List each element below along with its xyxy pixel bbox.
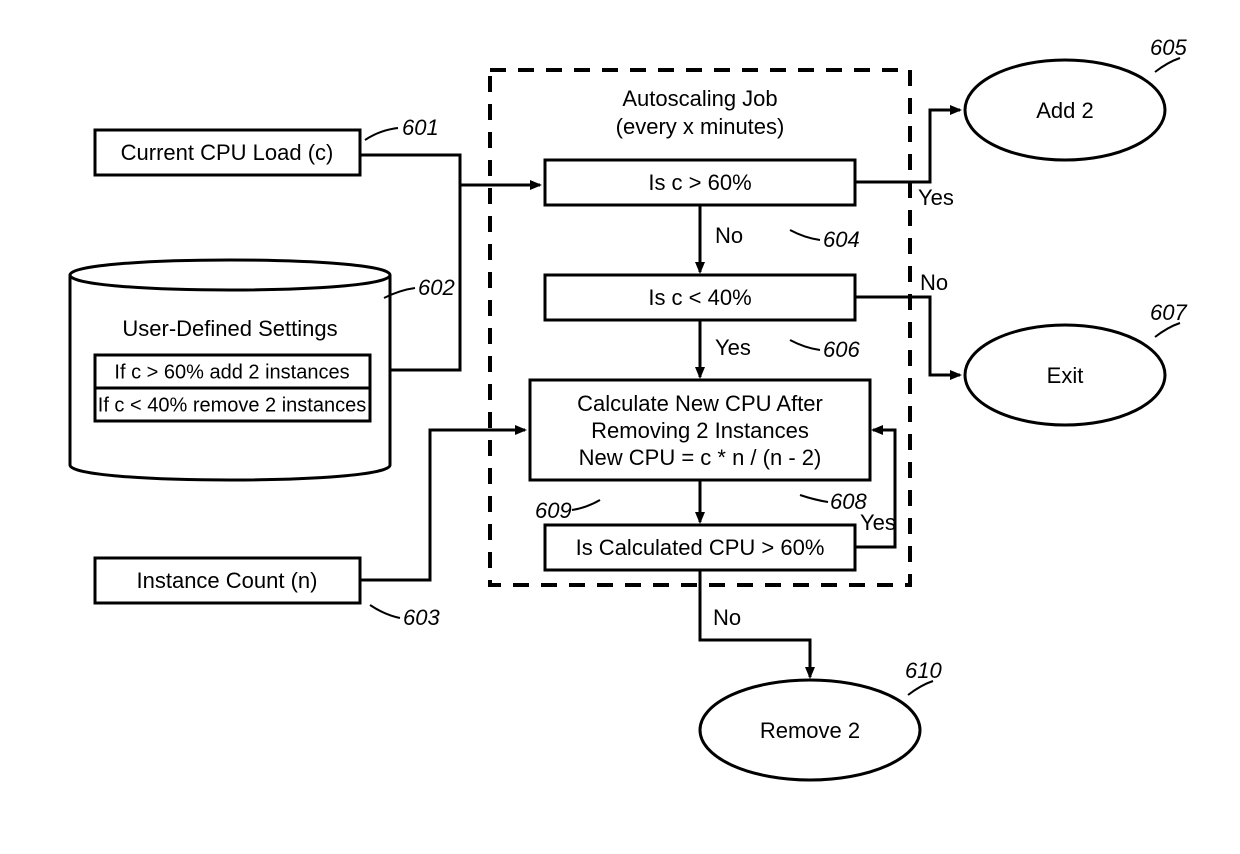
calc-line3: New CPU = c * n / (n - 2) (579, 445, 822, 470)
exit-label: Exit (1047, 363, 1084, 388)
cpu-load-label: Current CPU Load (c) (121, 140, 334, 165)
d3-yes-label: Yes (860, 510, 896, 535)
instance-count-label: Instance Count (n) (137, 568, 318, 593)
settings-title: User-Defined Settings (122, 316, 337, 341)
ref-605: 605 (1150, 35, 1187, 60)
decision-calc-gt-60: Is Calculated CPU > 60% (545, 525, 855, 570)
d1-no-label: No (715, 223, 743, 248)
outcome-add: Add 2 (965, 60, 1165, 160)
ref-606: 606 (823, 337, 860, 362)
ref-601: 601 (402, 115, 439, 140)
ref-610: 610 (905, 658, 942, 683)
outcome-exit: Exit (965, 325, 1165, 425)
decision-c-gt-60: Is c > 60% (545, 160, 855, 205)
ref-602: 602 (418, 275, 455, 300)
input-instance-count: Instance Count (n) (95, 558, 360, 603)
settings-rule1: If c > 60% add 2 instances (114, 361, 349, 383)
outcome-remove: Remove 2 (700, 680, 920, 780)
remove-label: Remove 2 (760, 718, 860, 743)
job-title-2: (every x minutes) (616, 114, 785, 139)
calc-new-cpu: Calculate New CPU After Removing 2 Insta… (530, 380, 870, 480)
input-user-settings: User-Defined Settings If c > 60% add 2 i… (70, 260, 390, 480)
calc-line2: Removing 2 Instances (591, 418, 809, 443)
ref-604: 604 (823, 227, 860, 252)
d3-no-label: No (713, 605, 741, 630)
d1-yes-label: Yes (918, 185, 954, 210)
arrow-d1-yes (855, 110, 960, 182)
ref-607: 607 (1150, 300, 1187, 325)
job-title-1: Autoscaling Job (622, 86, 777, 111)
decision3-label: Is Calculated CPU > 60% (576, 535, 825, 560)
arrow-d2-no (855, 297, 960, 375)
add-label: Add 2 (1036, 98, 1094, 123)
ref-603: 603 (403, 605, 440, 630)
arrow-cpu-to-d1 (360, 155, 540, 185)
decision-c-lt-40: Is c < 40% (545, 275, 855, 320)
settings-rule2: If c < 40% remove 2 instances (98, 394, 366, 416)
d2-no-label: No (920, 270, 948, 295)
calc-line1: Calculate New CPU After (577, 391, 823, 416)
input-cpu-load: Current CPU Load (c) (95, 130, 360, 175)
d2-yes-label: Yes (715, 335, 751, 360)
ref-609: 609 (535, 498, 572, 523)
decision1-label: Is c > 60% (648, 170, 751, 195)
decision2-label: Is c < 40% (648, 285, 751, 310)
